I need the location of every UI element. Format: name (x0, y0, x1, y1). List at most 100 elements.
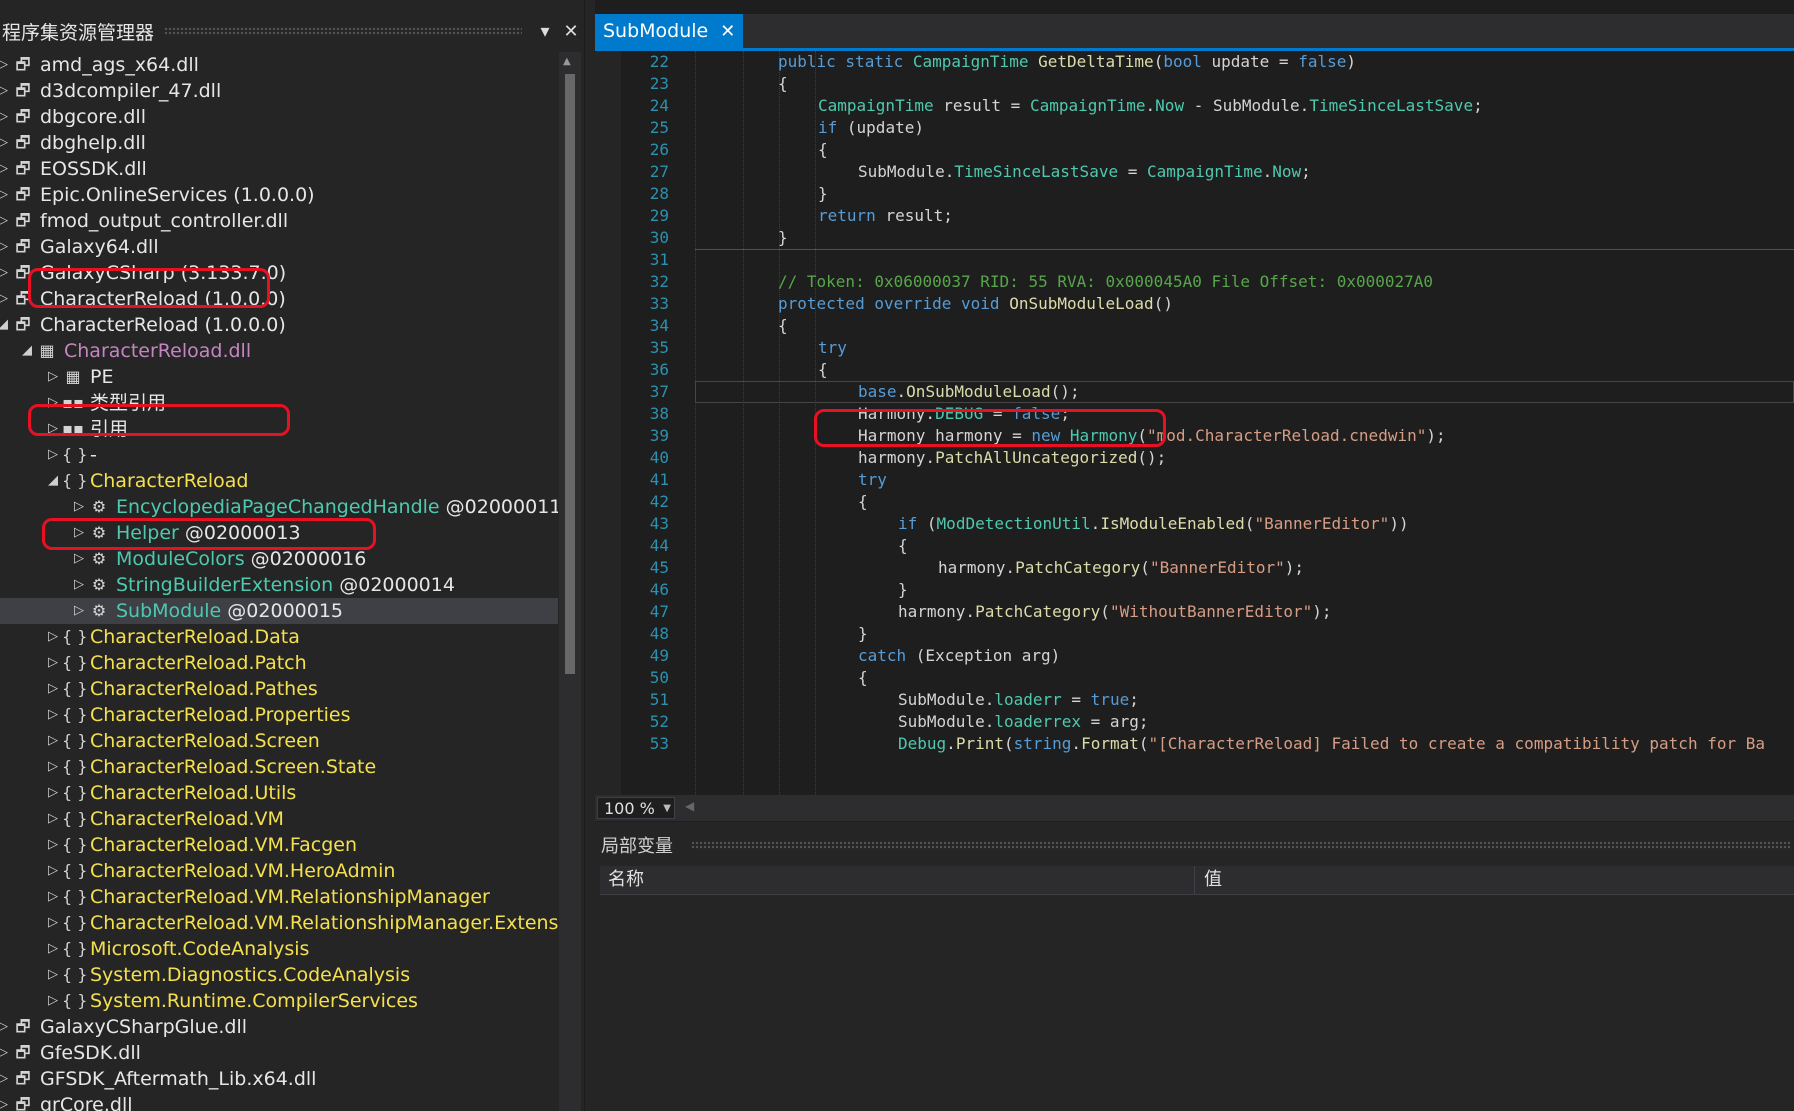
code-line[interactable]: 51 SubModule.loaderr = true; (595, 689, 1794, 711)
tree-node[interactable]: ▷{ } CharacterReload.Screen (0, 728, 558, 754)
tab-close-icon[interactable]: ✕ (720, 21, 735, 42)
code-line[interactable]: 29 return result; (595, 205, 1794, 227)
code-line[interactable]: 47 harmony.PatchCategory("WithoutBannerEd… (595, 601, 1794, 623)
collapsed-arrow-icon[interactable]: ▷ (46, 988, 60, 1014)
column-value[interactable]: 值 (1204, 866, 1222, 894)
collapsed-arrow-icon[interactable]: ▷ (46, 728, 60, 754)
collapsed-arrow-icon[interactable]: ▷ (0, 286, 10, 312)
code-line[interactable]: 52 SubModule.loaderrex = arg; (595, 711, 1794, 733)
tree-node[interactable]: ▷ ⚙ SubModule @02000015 (0, 598, 558, 624)
code-line[interactable]: 34 { (595, 315, 1794, 337)
tree-node[interactable]: ▷{ } CharacterReload.VM.HeroAdmin (0, 858, 558, 884)
header-grip[interactable] (164, 26, 522, 36)
code-line[interactable]: 43 if (ModDetectionUtil.IsModuleEnabled("… (595, 513, 1794, 535)
tree-node[interactable]: ▷{ } CharacterReload.Utils (0, 780, 558, 806)
collapsed-arrow-icon[interactable]: ▷ (0, 234, 10, 260)
code-editor[interactable]: 22 public static CampaignTime GetDeltaTim… (595, 51, 1794, 795)
collapsed-arrow-icon[interactable]: ▷ (46, 442, 60, 468)
tree-node[interactable]: ▷ 🗗 amd_ags_x64.dll (0, 52, 558, 78)
collapsed-arrow-icon[interactable]: ▷ (0, 182, 10, 208)
collapsed-arrow-icon[interactable]: ▷ (46, 650, 60, 676)
tree-node[interactable]: ▷ 🗗 dbgcore.dll (0, 104, 558, 130)
collapsed-arrow-icon[interactable]: ▷ (0, 260, 10, 286)
code-line[interactable]: 38 Harmony.DEBUG = false; (595, 403, 1794, 425)
code-line[interactable]: 36 { (595, 359, 1794, 381)
collapsed-arrow-icon[interactable]: ▷ (46, 962, 60, 988)
code-line[interactable]: 26 { (595, 139, 1794, 161)
column-name[interactable]: 名称 (608, 866, 644, 894)
expanded-arrow-icon[interactable]: ◢ (46, 468, 60, 494)
tree-node[interactable]: ◢ ▦ CharacterReload.dll (0, 338, 558, 364)
tree-node[interactable]: ▷ ⚙ StringBuilderExtension @02000014 (0, 572, 558, 598)
code-line[interactable]: 53 Debug.Print(string.Format("[CharacterR… (595, 733, 1794, 755)
tree-node[interactable]: ▷{ } CharacterReload.VM.RelationshipManag… (0, 910, 558, 936)
collapsed-arrow-icon[interactable]: ▷ (0, 1014, 10, 1040)
expanded-arrow-icon[interactable]: ◢ (0, 312, 10, 338)
zoom-select[interactable]: 100 % ▼ (597, 797, 675, 819)
panel-close-icon[interactable]: ✕ (558, 21, 584, 42)
code-line[interactable]: 24 CampaignTime result = CampaignTime.Now… (595, 95, 1794, 117)
tree-node[interactable]: ▷ 🗗 dbghelp.dll (0, 130, 558, 156)
tree-node[interactable]: ▷{ } CharacterReload.Data (0, 624, 558, 650)
collapsed-arrow-icon[interactable]: ▷ (46, 806, 60, 832)
code-line[interactable]: 44 { (595, 535, 1794, 557)
code-line[interactable]: 33 protected override void OnSubModuleLoa… (595, 293, 1794, 315)
chevron-down-icon[interactable]: ▼ (663, 798, 671, 820)
tree-node[interactable]: ▷{ } CharacterReload.Screen.State (0, 754, 558, 780)
collapsed-arrow-icon[interactable]: ▷ (0, 52, 10, 78)
collapsed-arrow-icon[interactable]: ▷ (0, 104, 10, 130)
collapsed-arrow-icon[interactable]: ▷ (46, 754, 60, 780)
tree-node[interactable]: ▷{ } - (0, 442, 558, 468)
tree-node[interactable]: ▷ 🗗 fmod_output_controller.dll (0, 208, 558, 234)
tree-node[interactable]: ▷ 🗗 Epic.OnlineServices (1.0.0.0) (0, 182, 558, 208)
tab-submodule[interactable]: SubModule ✕ (595, 14, 744, 48)
tree-scrollbar[interactable]: ▲ (559, 52, 581, 1111)
tree-node[interactable]: ▷{ } CharacterReload.VM.RelationshipManag… (0, 884, 558, 910)
tree-node[interactable]: ▷ 🗗 GfeSDK.dll (0, 1040, 558, 1066)
code-line[interactable]: 28} (595, 183, 1794, 205)
scroll-left-icon[interactable]: ◀ (685, 799, 694, 813)
tree-node[interactable]: ▷ 🗗 d3dcompiler_47.dll (0, 78, 558, 104)
column-divider[interactable] (1194, 866, 1195, 894)
collapsed-arrow-icon[interactable]: ▷ (46, 780, 60, 806)
collapsed-arrow-icon[interactable]: ▷ (46, 858, 60, 884)
code-line[interactable]: 22 public static CampaignTime GetDeltaTim… (595, 51, 1794, 73)
tree-node[interactable]: ▷ 🗗 GalaxyCSharpGlue.dll (0, 1014, 558, 1040)
collapsed-arrow-icon[interactable]: ▷ (0, 208, 10, 234)
code-line[interactable]: 30} (595, 227, 1794, 249)
tree-node[interactable]: ▷ 🗗 GFSDK_Aftermath_Lib.x64.dll (0, 1066, 558, 1092)
collapsed-arrow-icon[interactable]: ▷ (0, 1092, 10, 1111)
code-line[interactable]: 50 { (595, 667, 1794, 689)
tree-node[interactable]: ▷{ } System.Runtime.CompilerServices (0, 988, 558, 1014)
collapsed-arrow-icon[interactable]: ▷ (72, 494, 86, 520)
tree-node[interactable]: ◢ 🗗 CharacterReload (1.0.0.0) (0, 312, 558, 338)
code-line[interactable]: 31 (595, 249, 1794, 271)
tree-node[interactable]: ▷ 🗗 EOSSDK.dll (0, 156, 558, 182)
collapsed-arrow-icon[interactable]: ▷ (46, 832, 60, 858)
collapsed-arrow-icon[interactable]: ▷ (46, 676, 60, 702)
locals-grip[interactable] (691, 841, 1791, 850)
expanded-arrow-icon[interactable]: ◢ (20, 338, 34, 364)
collapsed-arrow-icon[interactable]: ▷ (46, 884, 60, 910)
tree-node[interactable]: ▷ ▦ PE (0, 364, 558, 390)
code-line[interactable]: 35 try (595, 337, 1794, 359)
tree-node[interactable]: ▷{ } CharacterReload.Properties (0, 702, 558, 728)
code-line[interactable]: 25 if (update) (595, 117, 1794, 139)
code-line[interactable]: 46} (595, 579, 1794, 601)
code-line[interactable]: 48} (595, 623, 1794, 645)
collapsed-arrow-icon[interactable]: ▷ (0, 156, 10, 182)
collapsed-arrow-icon[interactable]: ▷ (46, 624, 60, 650)
code-line[interactable]: 32 // Token: 0x06000037 RID: 55 RVA: 0x00… (595, 271, 1794, 293)
assembly-tree[interactable]: ▷ 🗗 amd_ags_x64.dll ▷ 🗗 d3dcompiler_47.dll ▷ 🗗 d… (0, 52, 558, 1111)
tree-node[interactable]: ▷{ } CharacterReload.Patch (0, 650, 558, 676)
collapsed-arrow-icon[interactable]: ▷ (46, 702, 60, 728)
scrollbar-thumb[interactable] (565, 74, 575, 674)
collapsed-arrow-icon[interactable]: ▷ (0, 1040, 10, 1066)
collapsed-arrow-icon[interactable]: ▷ (46, 936, 60, 962)
collapsed-arrow-icon[interactable]: ▷ (72, 572, 86, 598)
collapsed-arrow-icon[interactable]: ▷ (46, 364, 60, 390)
collapsed-arrow-icon[interactable]: ▷ (0, 78, 10, 104)
collapsed-arrow-icon[interactable]: ▷ (72, 598, 86, 624)
tree-node[interactable]: ▷ 🗗 Galaxy64.dll (0, 234, 558, 260)
code-line[interactable]: 39 Harmony harmony = new Harmony("mod.Cha… (595, 425, 1794, 447)
